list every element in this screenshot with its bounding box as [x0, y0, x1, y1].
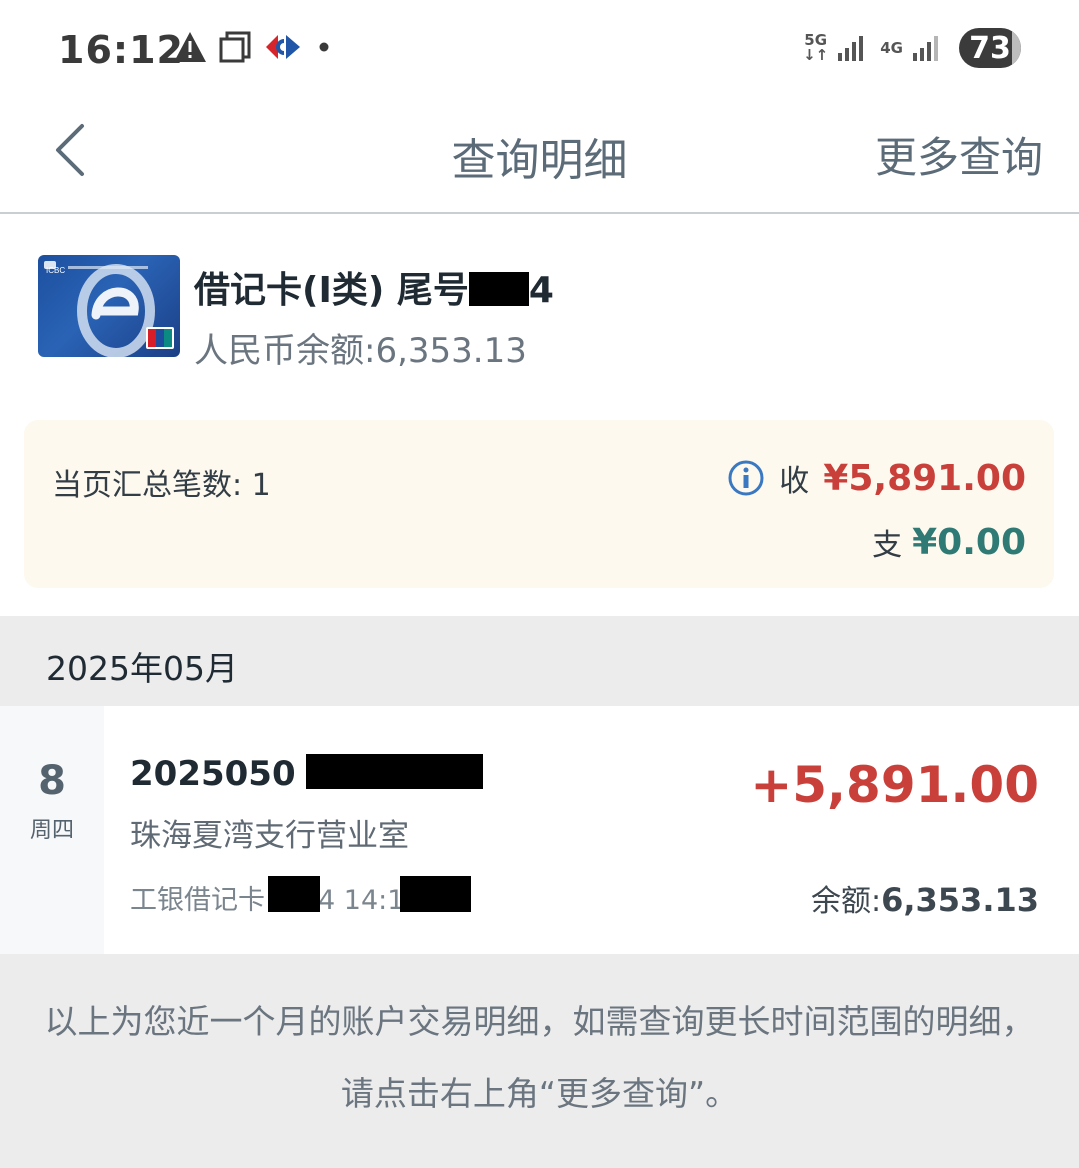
copy-icon: [219, 31, 251, 63]
summary-panel: 当页汇总笔数: 1 收 ¥5,891.00 支 ¥0.00: [24, 420, 1054, 588]
footer: 以上为您近一个月的账户交易明细，如需查询更长时间范围的明细，请点击右上角“更多查…: [0, 954, 1079, 1168]
info-icon[interactable]: [727, 459, 765, 497]
footer-note: 以上为您近一个月的账户交易明细，如需查询更长时间范围的明细，请点击右上角“更多查…: [44, 1002, 1035, 1113]
expense-amount: ¥0.00: [912, 521, 1026, 563]
warning-icon: [174, 32, 206, 62]
summary-count: 当页汇总笔数: 1: [52, 468, 271, 503]
day-number: 8: [38, 758, 66, 804]
signal-icon: [838, 36, 864, 61]
more-query-button[interactable]: 更多查询: [875, 124, 1043, 185]
card-brand: ICBC: [46, 266, 65, 275]
status-right-icons: 5G ↓↑ 4G 73: [803, 28, 1021, 68]
data-arrows-icon: ↓↑: [803, 46, 829, 64]
month-header: 2025年05月: [0, 616, 1079, 706]
status-bar: 16:12 5G ↓↑ 4G 73: [0, 0, 1079, 100]
nav-bar: 查询明细 更多查询: [0, 100, 1079, 214]
signal-icon-2: [913, 36, 938, 61]
redacted-block: [306, 754, 483, 789]
redacted-block: [468, 272, 529, 306]
weekday-label: 周四: [29, 818, 74, 843]
transaction-branch: 珠海夏湾支行营业室: [130, 818, 409, 854]
month-label: 2025年05月: [46, 649, 238, 688]
redacted-block: [400, 876, 471, 912]
transaction-balance: 余额:6,353.13: [810, 881, 1039, 919]
card-balance: 人民币余额:6,353.13: [194, 331, 527, 371]
card-image: ICBC: [38, 255, 180, 357]
summary-income: 收 ¥5,891.00: [727, 456, 1026, 500]
expense-label: 支: [872, 528, 903, 563]
transaction-id: 2025050: [130, 754, 296, 794]
battery-icon: 73: [959, 28, 1021, 68]
account-header: ICBC 借记卡(I类) 尾号 4 人民币余额:6,353.13: [0, 215, 1079, 415]
summary-expense: 支 ¥0.00: [872, 520, 1026, 564]
income-label: 收: [779, 464, 810, 499]
transaction-row[interactable]: 8 周四 2025050 珠海夏湾支行营业室 工银借记卡 4 14:1 +5,89…: [0, 706, 1079, 954]
date-column: 8 周四: [0, 706, 104, 954]
card-title: 借记卡(I类) 尾号 4: [194, 270, 554, 311]
network-5g-icon: 5G ↓↑: [803, 31, 829, 64]
income-amount: ¥5,891.00: [823, 457, 1026, 499]
transaction-amount: +5,891.00: [750, 756, 1039, 814]
redacted-block: [268, 876, 320, 912]
dot-icon: [319, 42, 329, 52]
network-4g-icon: 4G: [880, 38, 903, 57]
status-left-icons: [172, 30, 334, 64]
status-time: 16:12: [58, 28, 184, 72]
carrefour-icon: [266, 35, 300, 59]
